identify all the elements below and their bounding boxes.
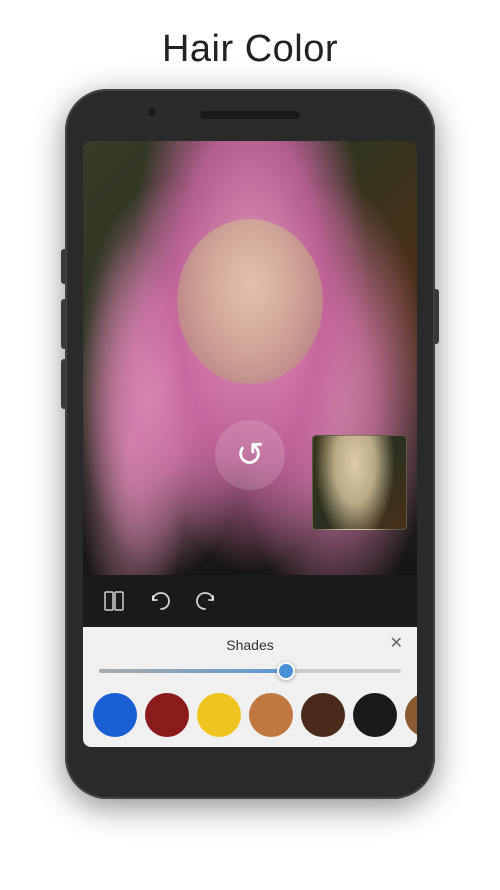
color-swatch-dark-brown[interactable] (301, 693, 345, 737)
shades-close-button[interactable]: ✕ (390, 633, 403, 653)
color-swatch-copper[interactable] (249, 693, 293, 737)
phone-device: ↺ (65, 89, 435, 799)
thumbnail-preview (312, 435, 407, 530)
slider-fill (99, 669, 286, 673)
side-button-left-3 (61, 359, 66, 409)
color-swatch-yellow[interactable] (197, 693, 241, 737)
overlay-undo-icon[interactable]: ↺ (215, 420, 285, 490)
color-swatch-blue[interactable] (93, 693, 137, 737)
split-view-button[interactable] (103, 590, 125, 612)
face-overlay (177, 219, 324, 384)
color-swatches-row (83, 687, 417, 747)
side-button-left-1 (61, 249, 66, 284)
color-swatch-medium-brown[interactable] (405, 693, 417, 737)
toolbar (83, 575, 417, 627)
color-swatch-dark-red[interactable] (145, 693, 189, 737)
undo-button[interactable] (149, 590, 171, 612)
phone-camera (147, 107, 157, 117)
phone-speaker (200, 111, 300, 119)
side-button-right (434, 289, 439, 344)
overlay-undo-symbol: ↺ (236, 435, 265, 475)
shades-panel: Shades ✕ (83, 627, 417, 747)
redo-button[interactable] (195, 590, 217, 612)
slider-thumb[interactable] (277, 662, 295, 680)
shades-title: Shades (226, 637, 273, 653)
side-button-left-2 (61, 299, 66, 349)
shades-slider-container (83, 659, 417, 687)
photo-area: ↺ (83, 141, 417, 575)
color-swatch-black[interactable] (353, 693, 397, 737)
slider-track[interactable] (99, 669, 401, 673)
shades-header: Shades ✕ (83, 627, 417, 659)
page-title: Hair Color (162, 28, 338, 71)
phone-screen: ↺ (83, 141, 417, 747)
